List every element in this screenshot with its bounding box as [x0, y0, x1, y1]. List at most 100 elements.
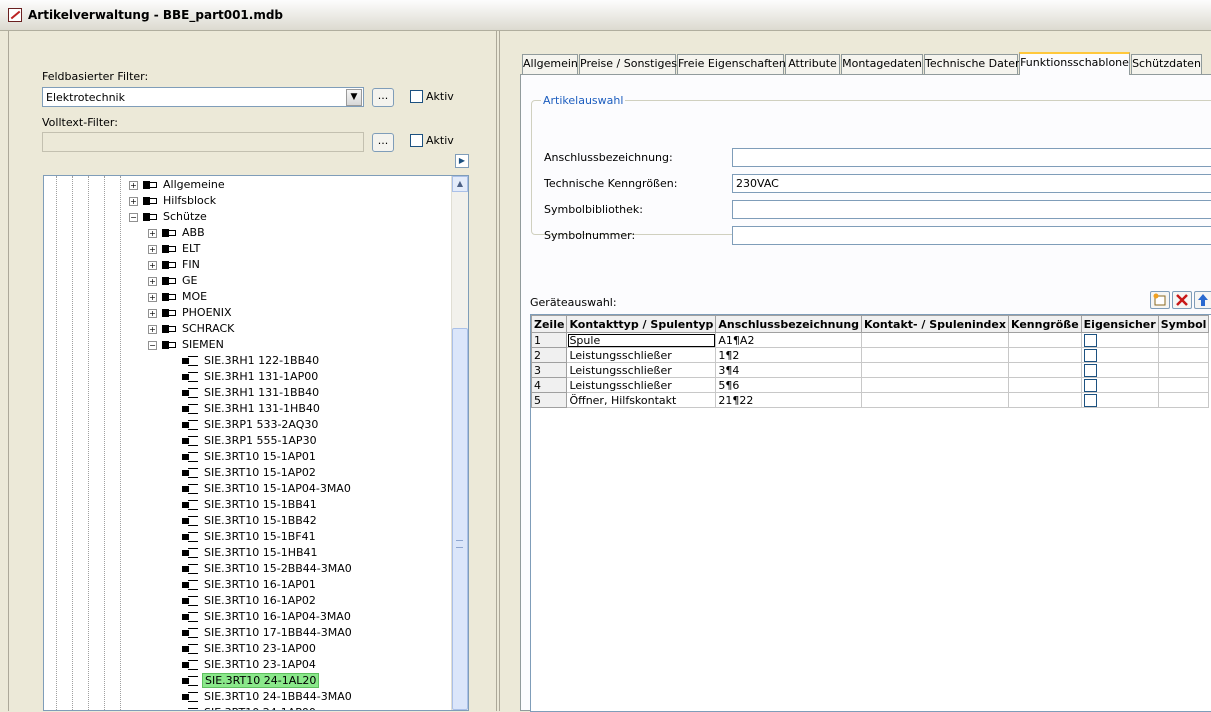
tree-item-part[interactable]: SIE.3RT10 15-1BF41 — [44, 529, 454, 545]
tree-item-part[interactable]: SIE.3RT10 23-1AP04 — [44, 657, 454, 673]
symbol-cell[interactable] — [1157, 332, 1210, 348]
index-cell[interactable] — [861, 332, 1009, 348]
tab-montagedaten[interactable]: Montagedaten — [841, 54, 923, 74]
column-header[interactable]: Zeile — [530, 315, 568, 333]
eigensicher-cell[interactable] — [1080, 377, 1159, 393]
kenngroesse-cell[interactable] — [1007, 377, 1082, 393]
tree-item-part[interactable]: SIE.3RT10 15-2BB44-3MA0 — [44, 561, 454, 577]
collapse-icon[interactable]: − — [129, 213, 138, 222]
anschluss-cell[interactable]: 3¶4 — [715, 362, 863, 378]
tree-item-part[interactable]: SIE.3RT10 24-1BB44-3MA0 — [44, 689, 454, 705]
column-header[interactable]: Kenngröße — [1007, 315, 1082, 333]
scroll-up-icon[interactable]: ▲ — [452, 176, 468, 192]
column-header[interactable]: Kontakt- / Spulenindex — [861, 315, 1009, 333]
delete-row-button[interactable] — [1172, 291, 1192, 309]
tree-item-part[interactable]: SIE.3RP1 555-1AP30 — [44, 433, 454, 449]
typ-cell[interactable]: Leistungsschließer — [566, 377, 717, 393]
index-cell[interactable] — [861, 392, 1009, 408]
move-up-button[interactable] — [1194, 291, 1211, 309]
eigensicher-checkbox[interactable] — [1083, 363, 1097, 377]
fulltext-filter-active-checkbox[interactable] — [410, 134, 423, 147]
expand-icon[interactable]: + — [148, 293, 157, 302]
table-row[interactable]: 3 Leistungsschließer 3¶4 — [530, 362, 1210, 378]
tree-item-folder[interactable]: + MOE — [44, 289, 454, 305]
zeile-cell[interactable]: 1 — [530, 332, 568, 348]
eigensicher-cell[interactable] — [1080, 347, 1159, 363]
tree-item-folder[interactable]: − Schütze — [44, 209, 454, 225]
column-header[interactable]: Symbol — [1157, 315, 1210, 333]
field-filter-browse-button[interactable]: ... — [372, 88, 394, 107]
tree-item-part[interactable]: SIE.3RT10 16-1AP01 — [44, 577, 454, 593]
index-cell[interactable] — [861, 377, 1009, 393]
tree-item-folder[interactable]: + ELT — [44, 241, 454, 257]
table-row[interactable]: 5 Öffner, Hilfskontakt 21¶22 — [530, 392, 1210, 408]
anschluss-cell[interactable]: A1¶A2 — [715, 332, 863, 348]
tree-item-folder[interactable]: + ABB — [44, 225, 454, 241]
tree-item-part[interactable]: SIE.3RH1 131-1BB40 — [44, 385, 454, 401]
symbol-cell[interactable] — [1157, 362, 1210, 378]
typ-cell[interactable]: Leistungsschließer — [566, 362, 717, 378]
field-filter-select[interactable]: Elektrotechnik ▼ — [42, 87, 364, 107]
eigensicher-checkbox[interactable] — [1083, 333, 1097, 347]
table-row[interactable]: 1 Spule A1¶A2 — [530, 332, 1210, 348]
expand-icon[interactable]: + — [148, 261, 157, 270]
typ-cell[interactable]: Öffner, Hilfskontakt — [566, 392, 717, 408]
tree-item-part[interactable]: SIE.3RP1 533-2AQ30 — [44, 417, 454, 433]
tree-item-part[interactable]: SIE.3RH1 131-1AP00 — [44, 369, 454, 385]
symbol-cell[interactable] — [1157, 377, 1210, 393]
tab-technische-daten[interactable]: Technische Daten — [924, 54, 1022, 74]
tree-item-part[interactable]: SIE.3RT10 24-1AL20 — [44, 673, 454, 689]
tab-allgemein[interactable]: Allgemein — [522, 54, 578, 74]
kenngroesse-cell[interactable] — [1007, 347, 1082, 363]
symbol-cell[interactable] — [1157, 392, 1210, 408]
expand-icon[interactable]: + — [148, 309, 157, 318]
tree-item-part[interactable]: SIE.3RT10 15-1BB42 — [44, 513, 454, 529]
kenngroesse-cell[interactable] — [1007, 362, 1082, 378]
chevron-down-icon[interactable]: ▼ — [346, 89, 362, 106]
new-row-button[interactable] — [1150, 291, 1170, 309]
zeile-cell[interactable]: 2 — [530, 347, 568, 363]
tree-item-part[interactable]: SIE.3RH1 131-1HB40 — [44, 401, 454, 417]
expand-icon[interactable]: + — [129, 197, 138, 206]
technische-kenngroessen-input[interactable]: 230VAC — [732, 174, 1211, 193]
typ-cell[interactable]: Spule — [566, 332, 717, 348]
eigensicher-checkbox[interactable] — [1083, 348, 1097, 362]
tree-item-part[interactable]: SIE.3RT10 16-1AP04-3MA0 — [44, 609, 454, 625]
eigensicher-cell[interactable] — [1080, 332, 1159, 348]
index-cell[interactable] — [861, 362, 1009, 378]
article-tree[interactable]: ▲ + Allgemeine + Hilfsblock − Schütze + ABB + ELT… — [43, 175, 469, 711]
expand-icon[interactable]: + — [129, 181, 138, 190]
fulltext-filter-input[interactable] — [42, 132, 364, 152]
anschluss-cell[interactable]: 5¶6 — [715, 377, 863, 393]
table-row[interactable]: 2 Leistungsschließer 1¶2 — [530, 347, 1210, 363]
collapse-icon[interactable]: − — [148, 341, 157, 350]
kenngroesse-cell[interactable] — [1007, 392, 1082, 408]
table-row[interactable]: 4 Leistungsschließer 5¶6 — [530, 377, 1210, 393]
tree-item-part[interactable]: SIE.3RT10 16-1AP02 — [44, 593, 454, 609]
tree-item-folder[interactable]: + Hilfsblock — [44, 193, 454, 209]
expand-icon[interactable]: + — [148, 277, 157, 286]
column-header[interactable]: Eigensicher — [1080, 315, 1159, 333]
anschlussbezeichnung-input[interactable] — [732, 148, 1211, 167]
tab-attribute[interactable]: Attribute — [785, 54, 840, 74]
column-header[interactable]: Anschlussbezeichnung — [715, 315, 863, 333]
tree-item-part[interactable]: SIE.3RT10 15-1AP04-3MA0 — [44, 481, 454, 497]
eigensicher-cell[interactable] — [1080, 392, 1159, 408]
symbolnummer-input[interactable] — [732, 226, 1211, 245]
symbolbibliothek-input[interactable] — [732, 200, 1211, 219]
tab-freie-eigenschaften[interactable]: Freie Eigenschaften — [677, 54, 786, 74]
typ-cell[interactable]: Leistungsschließer — [566, 347, 717, 363]
column-header[interactable]: Kontakttyp / Spulentyp — [566, 315, 717, 333]
eigensicher-checkbox[interactable] — [1083, 378, 1097, 392]
expand-icon[interactable]: + — [148, 229, 157, 238]
tree-item-part[interactable]: SIE.3RT10 23-1AP00 — [44, 641, 454, 657]
tree-item-folder[interactable]: + Allgemeine — [44, 177, 454, 193]
tree-item-part[interactable]: SIE.3RT10 24-1AP00 — [44, 705, 454, 710]
eigensicher-cell[interactable] — [1080, 362, 1159, 378]
tab-funktionsschablone[interactable]: Funktionsschablone — [1019, 52, 1130, 75]
tree-item-folder[interactable]: + FIN — [44, 257, 454, 273]
field-filter-active-checkbox[interactable] — [410, 90, 423, 103]
tree-item-part[interactable]: SIE.3RH1 122-1BB40 — [44, 353, 454, 369]
zeile-cell[interactable]: 3 — [530, 362, 568, 378]
geraeteauswahl-grid[interactable]: Zeile Kontakttyp / Spulentyp Anschlussbeze… — [530, 314, 1211, 712]
